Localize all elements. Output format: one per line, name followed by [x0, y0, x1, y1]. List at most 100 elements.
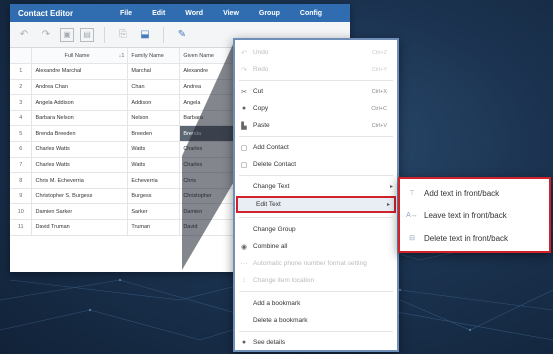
column-header-full-name[interactable]: Full Name ↓1: [31, 48, 129, 65]
row-number[interactable]: 7: [10, 157, 33, 174]
add-contact-icon[interactable]: ▣: [60, 27, 74, 42]
cell-full-name[interactable]: Damien Sarker: [31, 203, 129, 221]
cell-given-name[interactable]: Charles: [179, 141, 237, 158]
cell-full-name[interactable]: Barbara Nelson: [31, 110, 129, 127]
cell-given-name[interactable]: Damien: [179, 203, 237, 221]
cell-family-name[interactable]: Watts: [127, 157, 181, 174]
menu-item-add-bookmark[interactable]: Add a bookmark: [235, 295, 397, 312]
menu-item-label: See details: [253, 339, 286, 346]
edit-icon[interactable]: ✎: [174, 27, 190, 43]
info-icon: ●: [241, 339, 247, 346]
cell-family-name[interactable]: Nelson: [127, 110, 181, 127]
menu-item-copy[interactable]: ● Copy Ctrl+C: [235, 100, 397, 117]
cell-given-name[interactable]: David: [179, 219, 237, 236]
column-header-family-name[interactable]: Family Name: [127, 48, 181, 65]
menu-item-label: Redo: [253, 66, 269, 73]
menu-view[interactable]: View: [213, 10, 249, 17]
cell-family-name[interactable]: Breeden: [127, 125, 181, 143]
delete-text-icon: ⊟: [409, 235, 415, 242]
menu-item-delete-contact[interactable]: ▢ Delete Contact: [235, 156, 397, 173]
submenu-item-delete-text[interactable]: ⊟ Delete text in front/back: [400, 228, 549, 248]
redo-icon[interactable]: ↷: [38, 27, 54, 43]
cell-full-name[interactable]: Brenda Breeden: [31, 125, 129, 143]
menu-item-label: Undo: [253, 49, 269, 56]
menu-item-change-text[interactable]: Change Text ▸: [235, 178, 397, 195]
cell-full-name[interactable]: Chris M. Echeverria: [31, 172, 129, 189]
cell-family-name[interactable]: Chan: [127, 79, 181, 96]
cell-given-name[interactable]: Andrea: [179, 79, 237, 96]
menu-word[interactable]: Word: [175, 10, 213, 17]
row-number[interactable]: 2: [10, 79, 33, 96]
row-number[interactable]: 9: [10, 188, 33, 205]
menu-item-label: Change item location: [253, 277, 315, 284]
submenu-item-leave-text[interactable]: A↔ Leave text in front/back: [400, 205, 549, 225]
cell-given-name[interactable]: Brenda: [179, 125, 237, 143]
cell-given-name[interactable]: Alexandre: [179, 63, 237, 80]
row-number[interactable]: 3: [10, 94, 33, 111]
cell-given-name[interactable]: Barbara: [179, 110, 237, 127]
toolbar-separator: [104, 26, 105, 43]
menu-item-combine-all[interactable]: ◉ Combine all: [235, 238, 397, 255]
menu-edit[interactable]: Edit: [142, 10, 175, 17]
menu-item-label: Delete Contact: [253, 161, 296, 168]
row-number[interactable]: 1: [10, 63, 33, 80]
row-number[interactable]: 10: [10, 203, 33, 221]
menu-separator: [239, 331, 393, 332]
menu-item-edit-text[interactable]: Edit Text ▸: [236, 196, 396, 213]
cell-given-name[interactable]: Angela: [179, 94, 237, 111]
row-number-header: [10, 48, 33, 65]
menu-group[interactable]: Group: [249, 10, 290, 17]
menu-item-auto-phone-format[interactable]: ⋯ Automatic phone number format setting: [235, 255, 397, 272]
cell-given-name[interactable]: Chris: [179, 172, 237, 189]
cell-family-name[interactable]: Watts: [127, 141, 181, 158]
undo-icon[interactable]: ↶: [16, 27, 32, 43]
menu-item-paste[interactable]: ▙ Paste Ctrl+V: [235, 117, 397, 134]
copy-icon[interactable]: ⎘: [115, 27, 131, 43]
menu-item-redo[interactable]: ↷ Redo Ctrl+Y: [235, 61, 397, 78]
cell-full-name[interactable]: David Truman: [31, 219, 129, 236]
row-number[interactable]: 11: [10, 219, 33, 236]
cell-family-name[interactable]: Burgess: [127, 188, 181, 205]
sort-indicator: ↓1: [118, 52, 125, 59]
menu-config[interactable]: Config: [290, 10, 332, 17]
cell-family-name[interactable]: Sarker: [127, 203, 181, 221]
menu-item-label: Change Text: [253, 183, 290, 190]
redo-icon: ↷: [241, 66, 247, 74]
menu-file[interactable]: File: [110, 10, 142, 17]
cell-full-name[interactable]: Charles Watts: [31, 157, 129, 174]
menu-separator: [239, 291, 393, 292]
menu-item-add-contact[interactable]: ▢ Add Contact: [235, 139, 397, 156]
cell-given-name[interactable]: Christopher: [179, 188, 237, 205]
cell-given-name[interactable]: Charles: [179, 157, 237, 174]
cell-full-name[interactable]: Andrea Chan: [31, 79, 129, 96]
cell-full-name[interactable]: Angela Addison: [31, 94, 129, 111]
remove-contact-icon[interactable]: ▤: [80, 27, 94, 42]
submenu-item-label: Delete text in front/back: [424, 233, 509, 243]
cell-full-name[interactable]: Alexandre Marchal: [31, 63, 129, 80]
cell-family-name[interactable]: Truman: [127, 219, 181, 236]
cell-full-name[interactable]: Charles Watts: [31, 141, 129, 158]
menu-item-undo[interactable]: ↶ Undo Ctrl+Z: [235, 44, 397, 61]
cell-family-name[interactable]: Addison: [127, 94, 181, 111]
copy-icon: ●: [241, 105, 247, 112]
shortcut-label: Ctrl+V: [371, 122, 387, 129]
cell-family-name[interactable]: Marchal: [127, 63, 181, 80]
cell-full-name[interactable]: Christopher S. Burgess: [31, 188, 129, 205]
menu-item-label: Delete a bookmark: [253, 317, 308, 324]
menu-item-change-group[interactable]: Change Group: [235, 221, 397, 238]
cell-family-name[interactable]: Echeverria: [127, 172, 181, 189]
delete-contact-icon: ▢: [240, 161, 248, 169]
paste-icon[interactable]: ⬓: [137, 27, 153, 43]
location-icon: ↕: [242, 277, 246, 284]
row-number[interactable]: 8: [10, 172, 33, 189]
combine-icon: ◉: [240, 243, 248, 251]
row-number[interactable]: 4: [10, 110, 33, 127]
menu-item-change-location[interactable]: ↕ Change item location: [235, 272, 397, 289]
submenu-item-add-text[interactable]: ⊤ Add text in front/back: [400, 183, 549, 203]
menu-item-cut[interactable]: ✂ Cut Ctrl+X: [235, 83, 397, 100]
row-number[interactable]: 6: [10, 141, 33, 158]
row-number[interactable]: 5: [10, 125, 33, 143]
menu-item-see-details[interactable]: ● See details: [235, 334, 397, 351]
menu-item-delete-bookmark[interactable]: Delete a bookmark: [235, 312, 397, 329]
column-header-given-name[interactable]: Given Name: [179, 48, 237, 65]
